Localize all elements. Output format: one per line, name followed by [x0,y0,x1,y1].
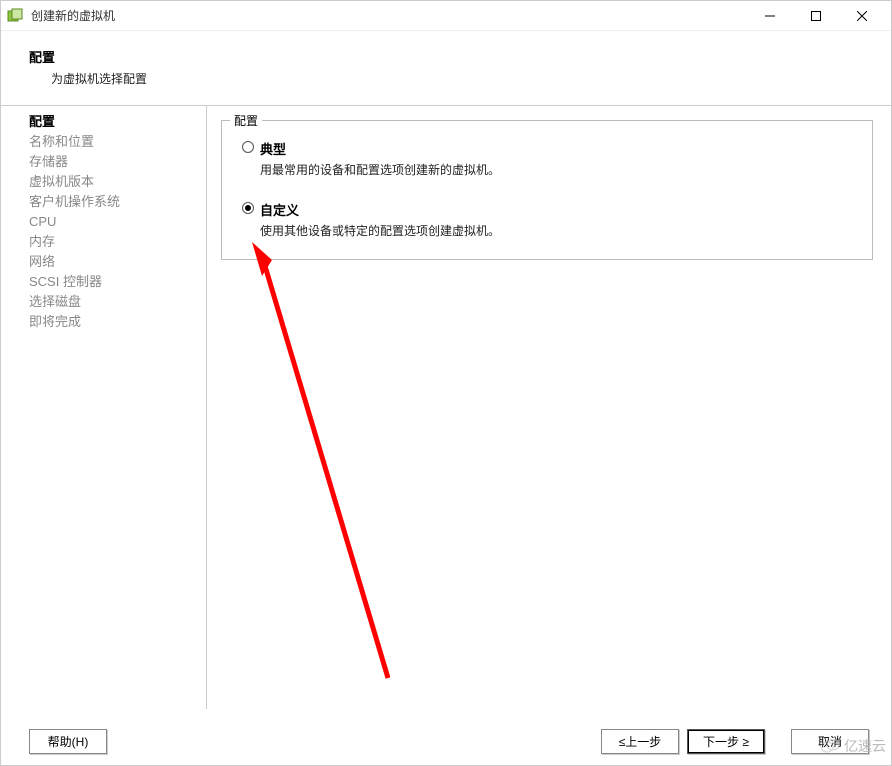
step-network[interactable]: 网络 [29,252,206,272]
help-button[interactable]: 帮助(H) [29,729,107,754]
configuration-fieldset: 配置 典型 用最常用的设备和配置选项创建新的虚拟机。 自定义 使用其他设备或特定… [221,120,873,260]
vm-wizard-window: 创建新的虚拟机 配置 为虚拟机选择配置 配置 名称和位置 存储器 虚拟机版本 客… [0,0,892,766]
wizard-body: 配置 名称和位置 存储器 虚拟机版本 客户机操作系统 CPU 内存 网络 SCS… [1,106,891,709]
next-button[interactable]: 下一步 ≥ [687,729,765,754]
step-storage[interactable]: 存储器 [29,152,206,172]
minimize-button[interactable] [747,1,793,31]
step-scsi-controller[interactable]: SCSI 控制器 [29,272,206,292]
close-button[interactable] [839,1,885,31]
radio-custom[interactable]: 自定义 [242,200,856,219]
step-select-disk[interactable]: 选择磁盘 [29,292,206,312]
wizard-header: 配置 为虚拟机选择配置 [1,31,891,106]
app-icon [7,8,23,24]
step-configuration[interactable]: 配置 [29,112,206,132]
radio-custom-label: 自定义 [260,200,299,219]
step-memory[interactable]: 内存 [29,232,206,252]
wizard-content: 配置 典型 用最常用的设备和配置选项创建新的虚拟机。 自定义 使用其他设备或特定… [207,106,891,709]
radio-custom-desc: 使用其他设备或特定的配置选项创建虚拟机。 [242,223,856,239]
radio-custom-input[interactable] [242,202,254,214]
step-name-location[interactable]: 名称和位置 [29,132,206,152]
step-guest-os[interactable]: 客户机操作系统 [29,192,206,212]
radio-typical-label: 典型 [260,139,286,158]
wizard-steps: 配置 名称和位置 存储器 虚拟机版本 客户机操作系统 CPU 内存 网络 SCS… [1,106,207,709]
window-controls [747,1,885,31]
radio-typical-input[interactable] [242,141,254,153]
page-title: 配置 [29,47,891,66]
titlebar: 创建新的虚拟机 [1,1,891,31]
cancel-button[interactable]: 取消 [791,729,869,754]
back-button[interactable]: ≤上一步 [601,729,679,754]
wizard-footer: 帮助(H) ≤上一步 下一步 ≥ 取消 [1,709,891,765]
step-ready-complete[interactable]: 即将完成 [29,312,206,332]
page-subtitle: 为虚拟机选择配置 [29,70,891,87]
fieldset-legend: 配置 [230,112,262,129]
step-cpu[interactable]: CPU [29,212,206,232]
maximize-button[interactable] [793,1,839,31]
window-title: 创建新的虚拟机 [31,7,747,24]
radio-typical-desc: 用最常用的设备和配置选项创建新的虚拟机。 [242,162,856,178]
radio-typical[interactable]: 典型 [242,139,856,158]
step-vm-version[interactable]: 虚拟机版本 [29,172,206,192]
